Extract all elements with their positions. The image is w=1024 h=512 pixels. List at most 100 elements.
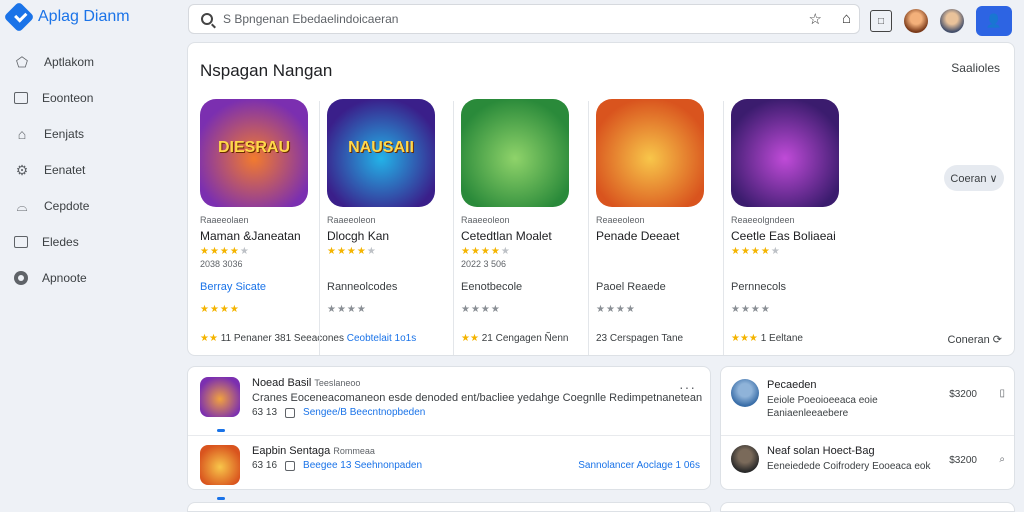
checkbox[interactable]	[285, 460, 296, 471]
app-logo[interactable]: Aplag Dianm	[3, 1, 130, 33]
row-link[interactable]: Sengee/B Beecntnopbeden	[303, 407, 425, 418]
box-icon[interactable]: □	[870, 10, 892, 32]
price-item[interactable]: Pecaeden Eeiole Poeoioeeaca eoie Eaniaenl…	[731, 379, 1007, 427]
shape-icon: ⬠	[15, 53, 29, 70]
app-icon[interactable]: NAUSAII	[327, 99, 435, 207]
sidebar-item[interactable]: ⬠ Aptlakom	[0, 44, 180, 80]
list-item[interactable]: Eapbin Sentaga Rommeaa 63 16 Beegee 13 See…	[200, 445, 700, 501]
avatar[interactable]	[940, 9, 964, 33]
item-title[interactable]: Neaf solan Hoect-Bag	[767, 445, 875, 457]
column-divider	[453, 101, 454, 355]
search-icon[interactable]: ⌕	[999, 454, 1005, 465]
app-subtitle[interactable]: Berray Sicate	[200, 281, 266, 293]
app-icon[interactable]	[596, 99, 704, 207]
item-description: Eeneiedede Coifrodery Eooeaca eok	[767, 461, 931, 472]
app-subtitle[interactable]: Ranneolcodes	[327, 281, 397, 293]
row-title[interactable]: Eapbin Sentaga Rommeaa	[252, 445, 375, 457]
sidebar-item-label: Aptlakom	[44, 55, 95, 69]
row-title[interactable]: Noead Basil Teeslaneoo	[252, 377, 360, 389]
row-indicator	[217, 429, 225, 432]
app-footer: ★★ 21 Cengagen Ñenn	[461, 333, 568, 344]
row-meta-prefix: 63 13	[252, 407, 278, 418]
app-subtitle[interactable]: Paoel Reaede	[596, 281, 666, 293]
next-button[interactable]: Coeran ∨	[944, 165, 1004, 191]
price-item[interactable]: Neaf solan Hoect-Bag Eeneiedede Coifroder…	[731, 445, 1007, 493]
rating-stars: ★★★★★	[461, 246, 511, 257]
search-icon	[201, 13, 213, 25]
search-actions: ☆ ⌂	[808, 10, 851, 28]
rating-stars	[596, 246, 718, 257]
app-name[interactable]: Penade Deeaet	[596, 229, 718, 243]
item-title[interactable]: Pecaeden	[767, 379, 817, 391]
row-tag: Teeslaneoo	[314, 378, 361, 388]
app-footer: ★★★ 1 Eeltane	[731, 333, 803, 344]
sidebar-item[interactable]: ⚙ Eenatet	[0, 152, 180, 188]
column-divider	[723, 101, 724, 355]
sidebar-item[interactable]: Apnoote	[0, 260, 180, 296]
sidebar-item[interactable]: ⌂ Eenjats	[0, 116, 180, 152]
app-footer: 23 Cerspagen Tane	[596, 333, 683, 344]
app-name[interactable]: Dlocgh Kan	[327, 229, 449, 243]
app-card[interactable]: Reaeeoleon Penade Deeaet Paoel Reaede ★★★★…	[596, 99, 718, 355]
app-name[interactable]: Ceetle Eas Boliaeai	[731, 229, 853, 243]
sidebar-item-label: Eenjats	[44, 127, 85, 141]
sidebar-item-label: Apnoote	[42, 271, 87, 285]
gear-icon: ⚙	[15, 161, 29, 178]
row-meta: 63 16 Beegee 13 Seehnonpaden	[252, 460, 422, 471]
top-bar: Aplag Dianm S Bpngenan Ebedaelindoicaera…	[0, 0, 1024, 40]
eye-icon	[14, 271, 28, 285]
checkbox[interactable]	[285, 407, 296, 418]
column-divider	[319, 101, 320, 355]
app-name[interactable]: Cetedtlan Moalet	[461, 229, 583, 243]
sidebar-item[interactable]: ⌓ Cepdote	[0, 188, 180, 224]
app-icon[interactable]: DIESRAU	[200, 99, 308, 207]
app-subtitle[interactable]: Pernnecols	[731, 281, 786, 293]
home-icon[interactable]: ⌂	[842, 10, 851, 28]
more-link[interactable]: Coneran ⟳	[948, 333, 1002, 346]
logo-icon	[3, 1, 35, 33]
profile-button[interactable]: 👤	[976, 6, 1012, 36]
app-meta: 2038 3036	[200, 259, 243, 269]
row-link[interactable]: Beegee 13 Seehnonpaden	[303, 460, 422, 471]
sidebar-item[interactable]: Eledes	[0, 224, 180, 260]
footer-stars: ★★	[200, 333, 218, 344]
row-divider	[188, 435, 710, 436]
news-icon	[14, 236, 28, 248]
sidebar-item-label: Eledes	[42, 235, 79, 249]
row-meta: 63 13 Sengee/B Beecntnopbeden	[252, 407, 425, 418]
price-list: Pecaeden Eeiole Poeoioeeaca eoie Eaniaenl…	[720, 366, 1015, 490]
see-all-link[interactable]: Saalioles	[951, 61, 1000, 75]
row-meta-prefix: 63 16	[252, 460, 278, 471]
sidebar-item-label: Cepdote	[44, 199, 90, 213]
app-category: Raaeeolaen	[200, 215, 249, 225]
item-price: $3200	[949, 389, 977, 400]
list-item[interactable]: Noead Basil Teeslaneoo Cranes Eoceneacoma…	[200, 377, 702, 433]
app-category: Raaeeoleon	[327, 215, 376, 225]
row-title-text: Eapbin Sentaga	[252, 445, 331, 457]
row-title-text: Noead Basil	[252, 377, 312, 389]
app-card[interactable]: Reaeeolgndeen Ceetle Eas Boliaeai ★★★★★ Per…	[731, 99, 853, 355]
search-input[interactable]: S Bpngenan Ebedaelindoicaeran	[223, 12, 398, 26]
secondary-rating: ★★★★	[731, 304, 771, 315]
row-divider	[721, 435, 1014, 436]
app-icon[interactable]	[731, 99, 839, 207]
next-card-peek	[187, 502, 711, 512]
section-title: Nspagan Nangan	[200, 61, 333, 80]
sidebar-item[interactable]: Eoonteon	[0, 80, 180, 116]
screen-icon	[14, 92, 28, 104]
star-icon[interactable]: ☆	[808, 10, 821, 28]
avatar[interactable]	[904, 9, 928, 33]
bookmark-icon[interactable]: ▯	[999, 388, 1005, 399]
app-icon[interactable]	[461, 99, 569, 207]
app-card[interactable]: NAUSAII Raaeeoleon Dlocgh Kan ★★★★★ Ranneolc…	[327, 99, 449, 355]
app-card[interactable]: Raaeeoleon Cetedtlan Moalet ★★★★★ 2022 3 50…	[461, 99, 583, 355]
footer-text: 21 Cengagen Ñenn	[481, 333, 569, 344]
app-icon-text: NAUSAII	[348, 139, 414, 156]
row-right-link[interactable]: Sannolancer Aoclage 1 06s	[578, 460, 700, 471]
app-card[interactable]: DIESRAU Raaeeolaen Maman &Janeatan ★★★★★ 203…	[200, 99, 416, 355]
search-bar[interactable]: S Bpngenan Ebedaelindoicaeran ☆ ⌂	[188, 4, 860, 34]
app-name[interactable]: Maman &Janeatan	[200, 229, 322, 243]
secondary-rating: ★★★★	[596, 304, 636, 315]
avatar	[731, 379, 759, 407]
app-subtitle[interactable]: Eenotbecole	[461, 281, 522, 293]
